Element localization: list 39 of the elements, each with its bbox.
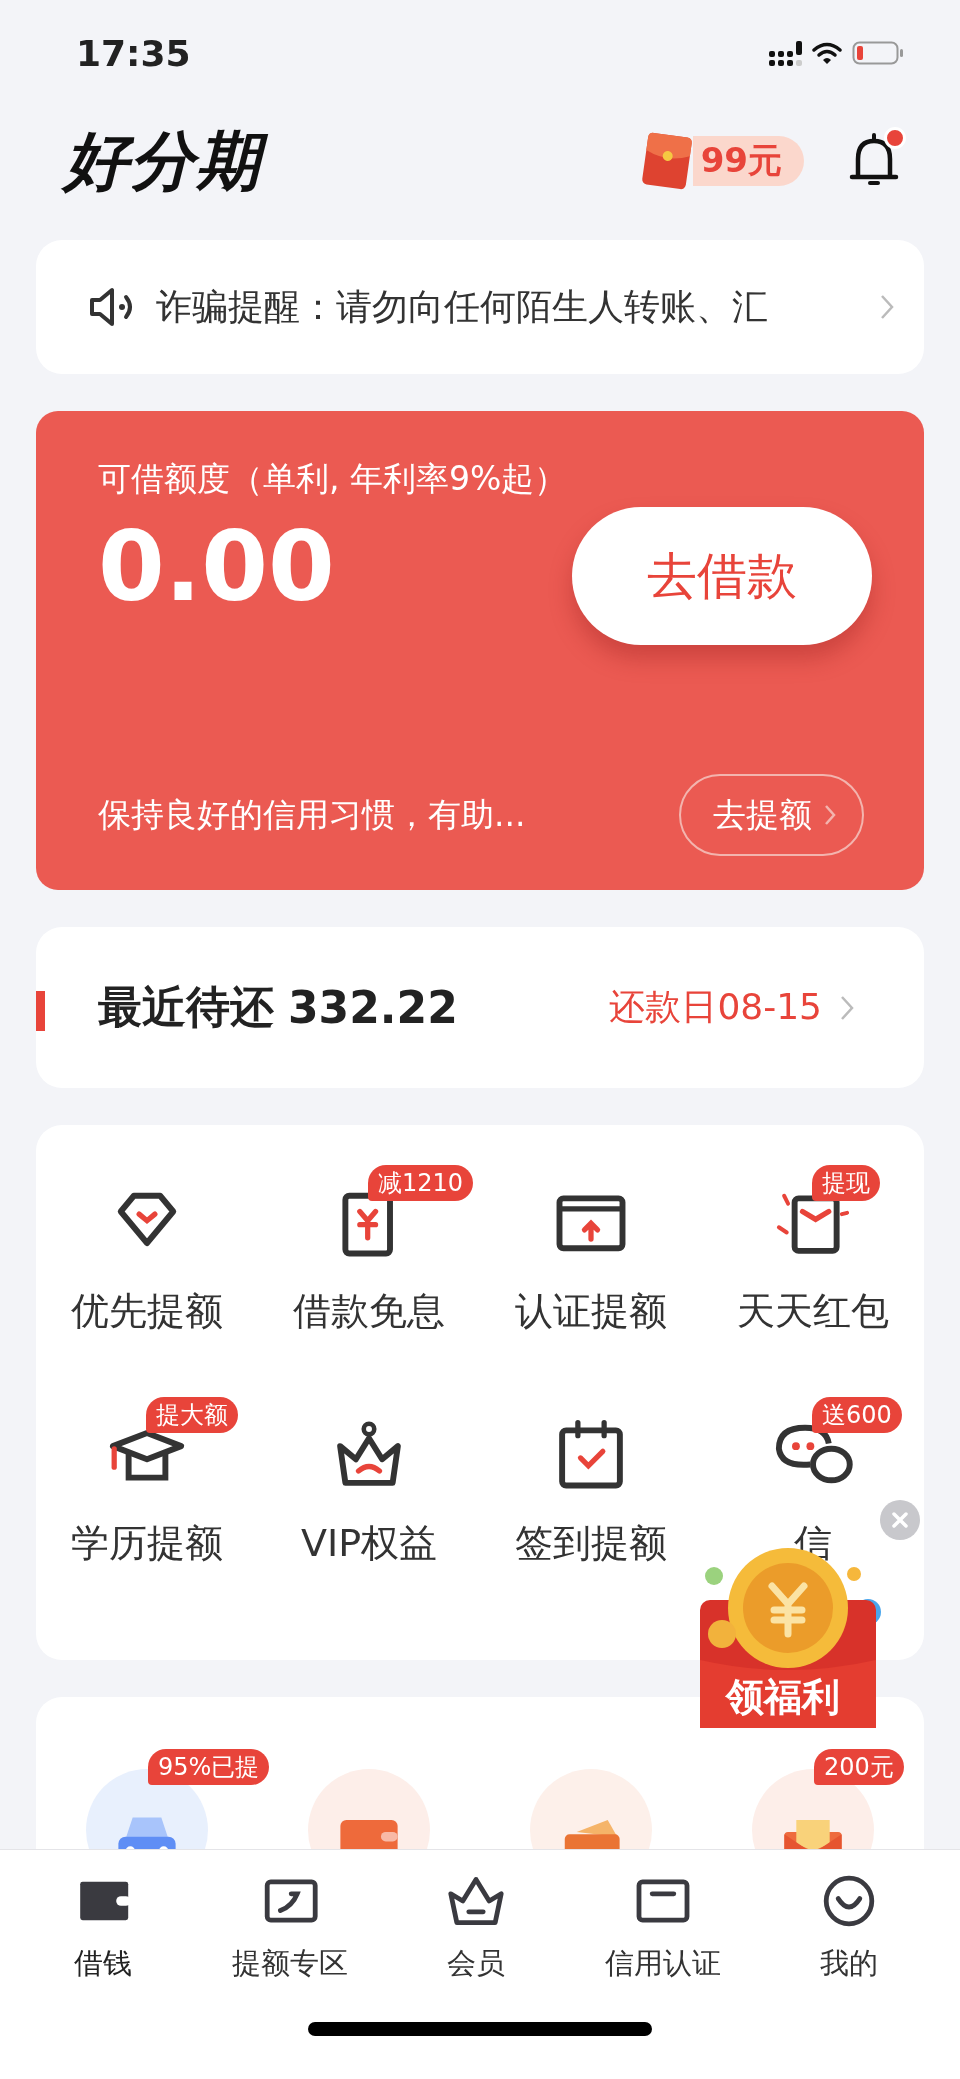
credit-label: 可借额度（单利, 年利率9%起） — [98, 458, 568, 500]
repayment-label: 最近待还 — [98, 980, 274, 1034]
service-label[interactable]: 优先提额 — [71, 1283, 223, 1339]
notice-bar[interactable]: 诈骗提醒：请勿向任何陌生人转账、汇 — [36, 240, 924, 374]
chevron-right-icon — [840, 994, 854, 1021]
service-label[interactable]: 借款免息 — [293, 1283, 445, 1339]
badge: 200元 — [814, 1749, 904, 1785]
service-label[interactable]: 签到提额 — [515, 1515, 667, 1571]
tab[interactable]: 信用认证 — [587, 1872, 738, 1985]
promo-label: 领福利 — [726, 1674, 840, 1721]
accent-bar — [36, 991, 45, 1031]
tab[interactable]: 我的 — [774, 1872, 924, 1985]
badge: 减1210 — [368, 1165, 474, 1201]
tab[interactable]: 会员 — [401, 1872, 551, 1985]
badge: 提大额 — [146, 1397, 238, 1433]
app-logo: 好分期 — [60, 118, 276, 204]
chevron-right-icon — [824, 804, 836, 826]
tab[interactable]: 借钱 — [28, 1872, 178, 1985]
borrow-button[interactable]: 去借款 — [572, 507, 872, 645]
notice-text: 诈骗提醒：请勿向任何陌生人转账、汇 — [156, 284, 769, 329]
badge: 送600 — [812, 1397, 902, 1433]
signal-icon — [769, 40, 802, 66]
status-time: 17:35 — [76, 32, 191, 74]
chevron-right-icon — [880, 294, 894, 320]
credit-hint: 保持良好的信用习惯，有助... — [98, 793, 526, 836]
due-date: 还款日08-15 — [609, 985, 822, 1029]
battery-icon — [852, 41, 904, 65]
close-icon — [890, 1510, 910, 1530]
service-label[interactable]: 学历提额 — [71, 1515, 223, 1571]
service-label[interactable]: 认证提额 — [515, 1283, 667, 1339]
badge: 95%已提 — [148, 1749, 270, 1785]
repayment-card[interactable]: 最近待还 332.22 还款日08-15 — [36, 927, 924, 1088]
credit-amount: 0.00 — [98, 510, 336, 625]
service-label[interactable]: 天天红包 — [737, 1283, 889, 1339]
wifi-icon — [812, 42, 842, 64]
badge: 提现 — [812, 1165, 880, 1201]
tab[interactable]: 提额专区 — [214, 1872, 365, 1985]
repayment-amount: 332.22 — [288, 982, 458, 1033]
service-label[interactable]: VIP权益 — [300, 1515, 438, 1571]
